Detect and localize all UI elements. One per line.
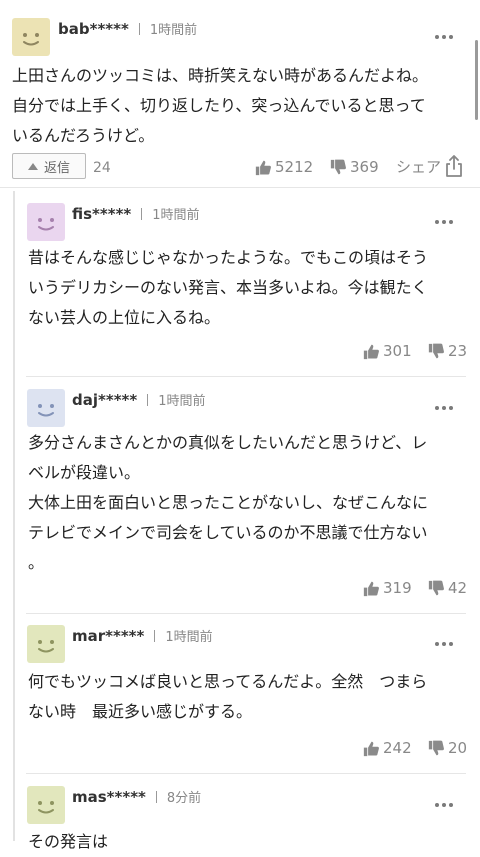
comment-body: 多分さんまさんとかの真似をしたいんだと思うけど、レ ベルが段違い。 大体上田を面… <box>28 433 429 572</box>
like-button[interactable]: 301 <box>363 342 412 360</box>
reply-count: 24 <box>93 160 111 176</box>
thumbs-down-icon <box>428 580 444 595</box>
comment-body: 何でもツッコメば良いと思ってるんだよ。全然 つまら ない時 最近多い感じがする。 <box>28 672 428 721</box>
thumbs-down-icon <box>330 159 346 174</box>
dislike-button[interactable]: 20 <box>428 739 467 757</box>
thumbs-down-icon <box>428 740 444 755</box>
dislike-button[interactable]: 23 <box>428 342 467 360</box>
like-button[interactable]: 5212 <box>255 158 313 176</box>
divider <box>26 613 466 614</box>
avatar-face-icon <box>27 625 65 663</box>
divider <box>26 773 466 774</box>
username[interactable]: bab***** <box>58 20 129 38</box>
avatar-face-icon <box>27 389 65 427</box>
more-options-icon[interactable] <box>433 205 454 229</box>
thumbs-down-icon <box>428 343 444 358</box>
divider <box>26 376 466 377</box>
timestamp: 8分前 <box>166 791 202 806</box>
avatar-face-icon <box>27 786 65 824</box>
like-button[interactable]: 242 <box>363 739 412 757</box>
more-options-icon[interactable] <box>433 391 454 415</box>
username[interactable]: fis***** <box>72 205 131 223</box>
avatar <box>27 625 65 663</box>
thumbs-up-icon <box>363 581 379 596</box>
avatar <box>27 203 65 241</box>
thumbs-up-icon <box>363 741 379 756</box>
thumbs-up-icon <box>363 344 379 359</box>
reply-button[interactable]: 返信 <box>12 153 86 179</box>
timestamp: 1時間前 <box>158 394 206 409</box>
caret-up-icon <box>27 162 38 170</box>
comment-body: その発言は <box>28 832 109 851</box>
dislike-button[interactable]: 42 <box>428 579 467 597</box>
avatar-face-icon <box>27 203 65 241</box>
username[interactable]: mas***** <box>72 788 146 806</box>
share-icon <box>446 155 462 177</box>
timestamp: 1時間前 <box>152 208 200 223</box>
more-options-icon[interactable] <box>433 788 454 812</box>
avatar <box>12 18 50 56</box>
scrollbar[interactable] <box>475 40 478 120</box>
comment-body: 上田さんのツッコミは、時折笑えない時があるんだよね。 自分では上手く、切り返した… <box>12 66 429 145</box>
thumbs-up-icon <box>255 160 271 175</box>
dislike-button[interactable]: 369 <box>330 158 379 176</box>
reply-thread-line <box>13 191 15 841</box>
username[interactable]: daj***** <box>72 391 137 409</box>
username[interactable]: mar***** <box>72 627 144 645</box>
avatar <box>27 786 65 824</box>
timestamp: 1時間前 <box>149 23 198 38</box>
timestamp: 1時間前 <box>165 630 213 645</box>
avatar-face-icon <box>12 18 50 56</box>
share-button[interactable]: シェア <box>396 155 463 177</box>
more-options-icon[interactable] <box>433 20 454 44</box>
avatar <box>27 389 65 427</box>
comment-body: 昔はそんな感じじゃなかったような。でもこの頃はそう いうデリカシーのない発言、本… <box>28 248 429 327</box>
divider <box>0 187 480 188</box>
more-options-icon[interactable] <box>433 627 454 651</box>
like-button[interactable]: 319 <box>363 579 412 597</box>
